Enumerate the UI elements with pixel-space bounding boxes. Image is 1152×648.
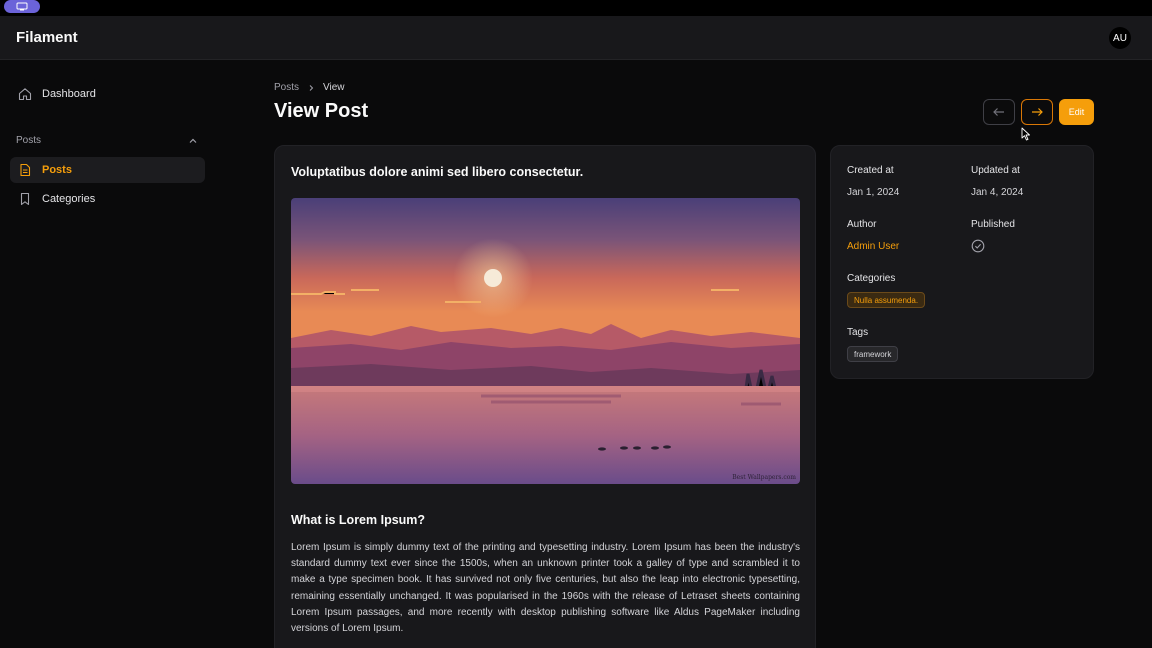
system-top-strip	[0, 0, 1152, 16]
top-bar: Filament AU	[0, 16, 1152, 60]
screen-share-indicator[interactable]	[4, 0, 40, 13]
author-link[interactable]: Admin User	[847, 241, 899, 252]
breadcrumb-current: View	[323, 82, 345, 93]
post-body: Lorem Ipsum is simply dummy text of the …	[291, 542, 800, 635]
check-circle-icon	[971, 239, 985, 253]
breadcrumb-posts-link[interactable]: Posts	[274, 82, 299, 93]
arrow-right-icon	[1032, 108, 1043, 116]
sidebar-group-posts[interactable]: Posts	[16, 135, 198, 146]
image-watermark: Best Wallpapers.com	[732, 474, 796, 481]
tags-label: Tags	[847, 327, 869, 338]
arrow-left-icon	[993, 108, 1004, 116]
section-heading: What is Lorem Ipsum?	[291, 513, 426, 527]
tag-badge[interactable]: framework	[847, 346, 899, 362]
breadcrumb: Posts View	[274, 82, 345, 93]
updated-at-label: Updated at	[971, 165, 1020, 176]
created-at-label: Created at	[847, 165, 894, 176]
post-featured-image: Best Wallpapers.com	[291, 198, 800, 484]
author-label: Author	[847, 219, 877, 230]
post-content-card: Voluptatibus dolore animi sed libero con…	[274, 145, 816, 648]
document-icon	[18, 163, 32, 177]
created-at-value: Jan 1, 2024	[847, 187, 900, 198]
user-avatar[interactable]: AU	[1109, 27, 1131, 49]
monitor-icon	[16, 2, 28, 11]
bookmark-icon	[18, 192, 32, 206]
sidebar: Dashboard Posts Posts Categories	[0, 60, 220, 648]
sidebar-item-dashboard[interactable]: Dashboard	[10, 81, 205, 107]
chevron-right-icon	[309, 84, 314, 91]
sidebar-item-label: Dashboard	[42, 88, 96, 100]
published-label: Published	[971, 219, 1015, 230]
sidebar-item-posts[interactable]: Posts	[10, 157, 205, 183]
edit-button[interactable]: Edit	[1059, 99, 1094, 125]
next-record-button[interactable]	[1021, 99, 1053, 125]
sidebar-group-label: Posts	[16, 135, 42, 146]
sidebar-item-label: Posts	[42, 164, 72, 176]
sidebar-item-categories[interactable]: Categories	[10, 186, 205, 212]
mouse-cursor-icon	[1021, 127, 1030, 141]
brand-logo[interactable]: Filament	[16, 29, 78, 46]
home-icon	[18, 87, 32, 101]
chevron-up-icon[interactable]	[188, 136, 198, 146]
category-badge[interactable]: Nulla assumenda.	[847, 292, 926, 308]
categories-label: Categories	[847, 273, 896, 284]
post-meta-card: Created at Jan 1, 2024 Updated at Jan 4,…	[830, 145, 1094, 379]
post-title: Voluptatibus dolore animi sed libero con…	[291, 165, 584, 179]
updated-at-value: Jan 4, 2024	[971, 187, 1024, 198]
page-title: View Post	[274, 100, 369, 122]
previous-record-button[interactable]	[983, 99, 1015, 125]
sidebar-item-label: Categories	[42, 193, 96, 205]
